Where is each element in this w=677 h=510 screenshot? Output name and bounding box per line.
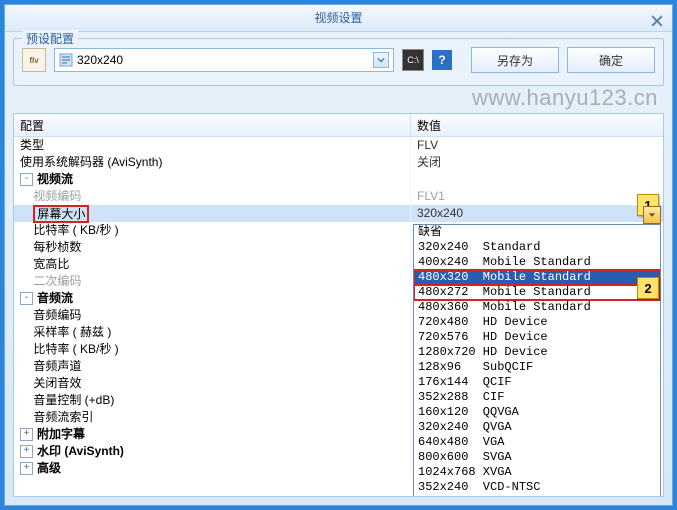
flv-icon: flv — [22, 48, 46, 72]
dropdown-option[interactable]: 480x272 Mobile Standard — [414, 285, 660, 300]
dropdown-option[interactable]: 缺省 — [414, 225, 660, 240]
window-title: 视频设置 — [314, 11, 362, 25]
table-row[interactable]: 使用系统解码器 (AviSynth)关闭 — [14, 154, 663, 171]
dropdown-option[interactable]: 480x320 Mobile Standard — [414, 270, 660, 285]
cmd-button[interactable]: C:\ — [402, 49, 424, 71]
callout-2: 2 — [637, 277, 659, 299]
dropdown-option[interactable]: 320x240 QVGA — [414, 420, 660, 435]
dropdown-option[interactable]: 128x96 SubQCIF — [414, 360, 660, 375]
dropdown-option[interactable]: 720x480 HD Device — [414, 315, 660, 330]
table-row[interactable]: 视频编码FLV1 — [14, 188, 663, 205]
preset-group: 预设配置 flv 320x240 C:\ ? 另存为 确定 — [13, 38, 664, 86]
dropdown-button[interactable] — [643, 206, 661, 224]
toggle-icon[interactable]: - — [20, 292, 33, 305]
titlebar: 视频设置 — [5, 5, 672, 32]
dropdown-option[interactable]: 352x240 VCD-NTSC — [414, 480, 660, 495]
close-icon[interactable] — [650, 10, 664, 24]
settings-grid: 配置 数值 类型FLV使用系统解码器 (AviSynth)关闭-视频流 视频编码… — [13, 113, 664, 497]
table-row[interactable]: 屏幕大小320x240 — [14, 205, 663, 222]
table-row[interactable]: 类型FLV — [14, 137, 663, 154]
save-as-button[interactable]: 另存为 — [471, 47, 559, 73]
size-dropdown[interactable]: 缺省320x240 Standard400x240 Mobile Standar… — [413, 224, 661, 497]
dropdown-option[interactable]: 480x360 Mobile Standard — [414, 300, 660, 315]
table-row[interactable]: -视频流 — [14, 171, 663, 188]
toggle-icon[interactable]: - — [20, 173, 33, 186]
col-config[interactable]: 配置 — [14, 114, 411, 136]
chevron-down-icon[interactable] — [373, 52, 389, 68]
preset-combo-value: 320x240 — [77, 53, 123, 67]
preset-legend: 预设配置 — [22, 30, 78, 47]
col-value[interactable]: 数值 — [411, 114, 663, 136]
dropdown-option[interactable]: 352x288 VCD-PAL — [414, 495, 660, 497]
toggle-icon[interactable]: + — [20, 445, 33, 458]
toggle-icon[interactable]: + — [20, 428, 33, 441]
watermark: www.hanyu123.cn — [472, 85, 658, 111]
dropdown-option[interactable]: 160x120 QQVGA — [414, 405, 660, 420]
help-button[interactable]: ? — [432, 50, 452, 70]
dropdown-option[interactable]: 1280x720 HD Device — [414, 345, 660, 360]
toggle-icon[interactable]: + — [20, 462, 33, 475]
dropdown-option[interactable]: 800x600 SVGA — [414, 450, 660, 465]
dropdown-option[interactable]: 400x240 Mobile Standard — [414, 255, 660, 270]
dropdown-option[interactable]: 320x240 Standard — [414, 240, 660, 255]
dropdown-option[interactable]: 640x480 VGA — [414, 435, 660, 450]
preset-combo[interactable]: 320x240 — [54, 48, 394, 72]
dropdown-option[interactable]: 176x144 QCIF — [414, 375, 660, 390]
ok-button[interactable]: 确定 — [567, 47, 655, 73]
dropdown-option[interactable]: 1024x768 XVGA — [414, 465, 660, 480]
recent-icon — [59, 53, 73, 67]
dropdown-option[interactable]: 720x576 HD Device — [414, 330, 660, 345]
dropdown-option[interactable]: 352x288 CIF — [414, 390, 660, 405]
